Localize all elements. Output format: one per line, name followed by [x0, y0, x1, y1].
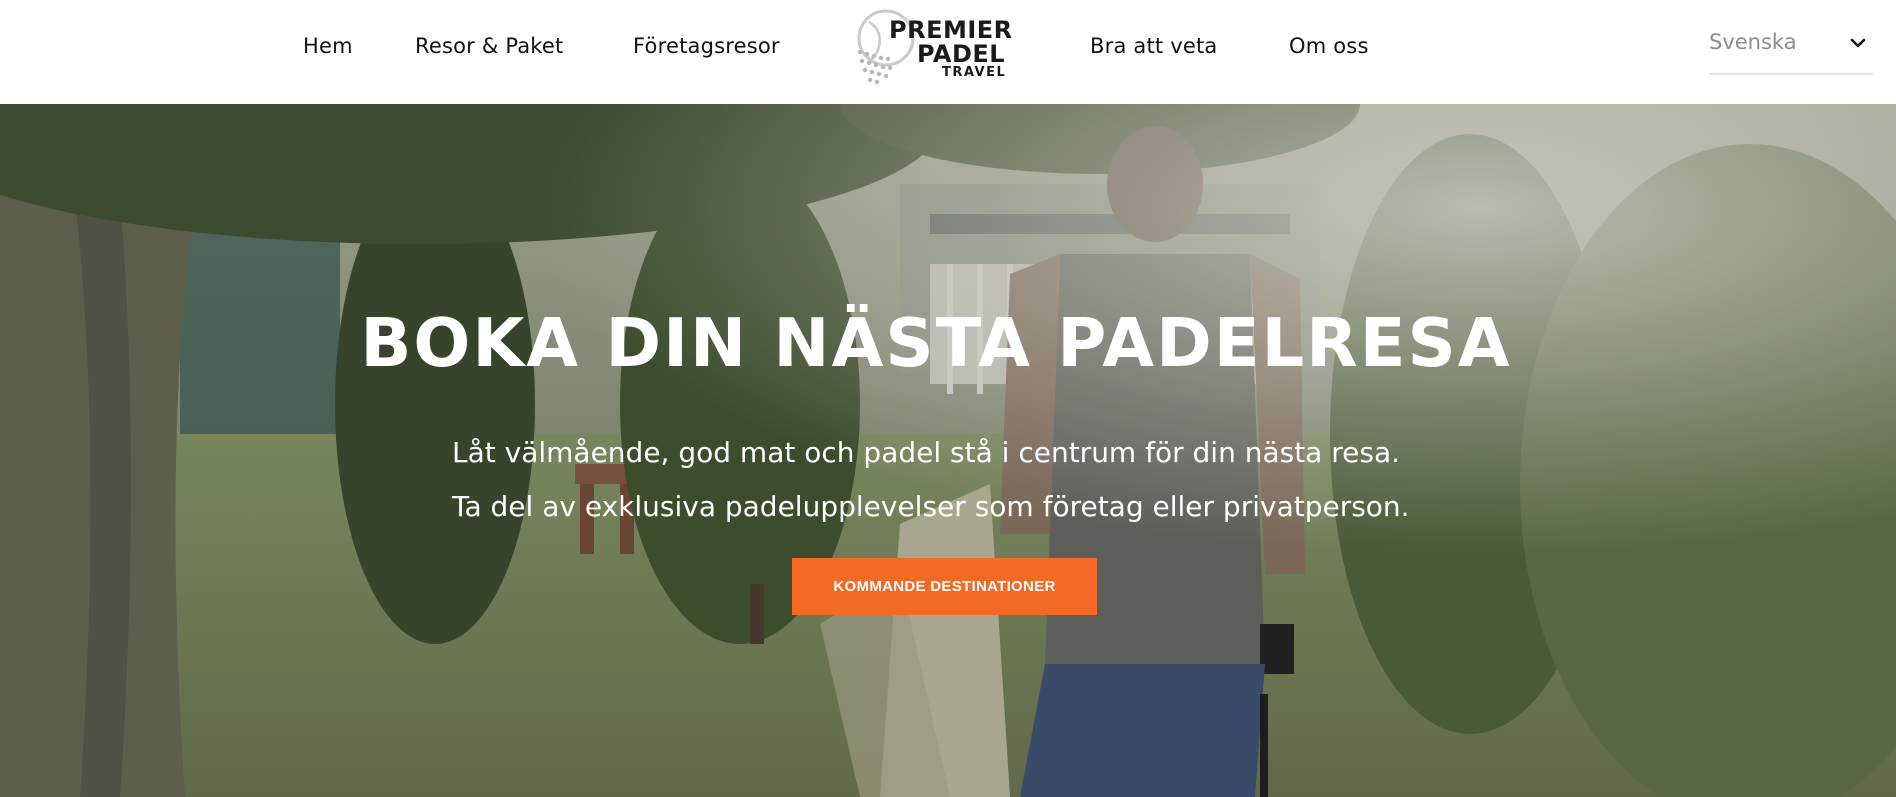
language-select-value: Svenska [1709, 30, 1797, 54]
nav-link-about[interactable]: Om oss [1289, 31, 1369, 61]
upcoming-destinations-button[interactable]: KOMMANDE DESTINATIONER [792, 558, 1097, 615]
nav-link-trips[interactable]: Resor & Paket [415, 31, 563, 61]
hero-section: BOKA DIN NÄSTA PADELRESA Låt välmående, … [0, 104, 1896, 797]
hero-subtitle-line-2: Ta del av exklusiva padelupplevelser som… [452, 490, 1410, 523]
nav-link-corporate[interactable]: Företagsresor [633, 31, 780, 61]
nav-link-home[interactable]: Hem [303, 31, 353, 61]
nav-link-good-to-know[interactable]: Bra att veta [1090, 31, 1217, 61]
hero-subtitle-line-1: Låt välmående, god mat och padel stå i c… [452, 436, 1401, 469]
site-logo[interactable]: PREMIER PADEL TRAVEL [853, 4, 1015, 88]
logo-text-travel: TRAVEL [942, 65, 1007, 80]
chevron-down-icon [1850, 38, 1866, 48]
hero-title: BOKA DIN NÄSTA PADELRESA [360, 304, 1512, 382]
logo-text-padel: PADEL [917, 40, 1006, 68]
site-header: Hem Resor & Paket Företagsresor PREMIER … [0, 0, 1896, 104]
language-select[interactable]: Svenska [1709, 24, 1873, 75]
